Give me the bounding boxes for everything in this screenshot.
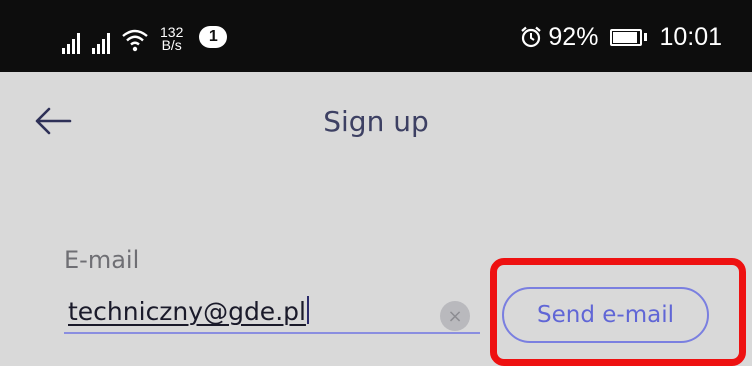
battery-tip: [644, 33, 648, 41]
network-speed: 132 B/s: [160, 25, 183, 53]
email-field[interactable]: [64, 294, 480, 334]
signal-icon: [62, 32, 80, 54]
wifi-icon: [122, 29, 148, 52]
send-email-button[interactable]: Send e-mail: [502, 287, 709, 343]
notification-badge: 1: [199, 26, 228, 48]
network-speed-unit: B/s: [161, 37, 182, 53]
status-left-group: 132 B/s 1: [62, 18, 228, 54]
app-header: Sign up: [0, 72, 752, 176]
status-bar: 132 B/s 1 92% 10:01: [0, 0, 752, 72]
email-label: E-mail: [64, 246, 140, 274]
battery-icon: [610, 28, 643, 46]
clear-input-button[interactable]: ×: [440, 301, 470, 331]
alarm-icon: [521, 26, 542, 48]
clock-time: 10:01: [659, 22, 722, 51]
battery-percent: 92%: [548, 22, 599, 51]
signal-icon: [92, 32, 110, 54]
battery-level: [613, 31, 638, 43]
page-title: Sign up: [323, 105, 429, 138]
status-right-group: 92% 10:01: [520, 22, 722, 52]
close-icon: ×: [447, 305, 463, 327]
